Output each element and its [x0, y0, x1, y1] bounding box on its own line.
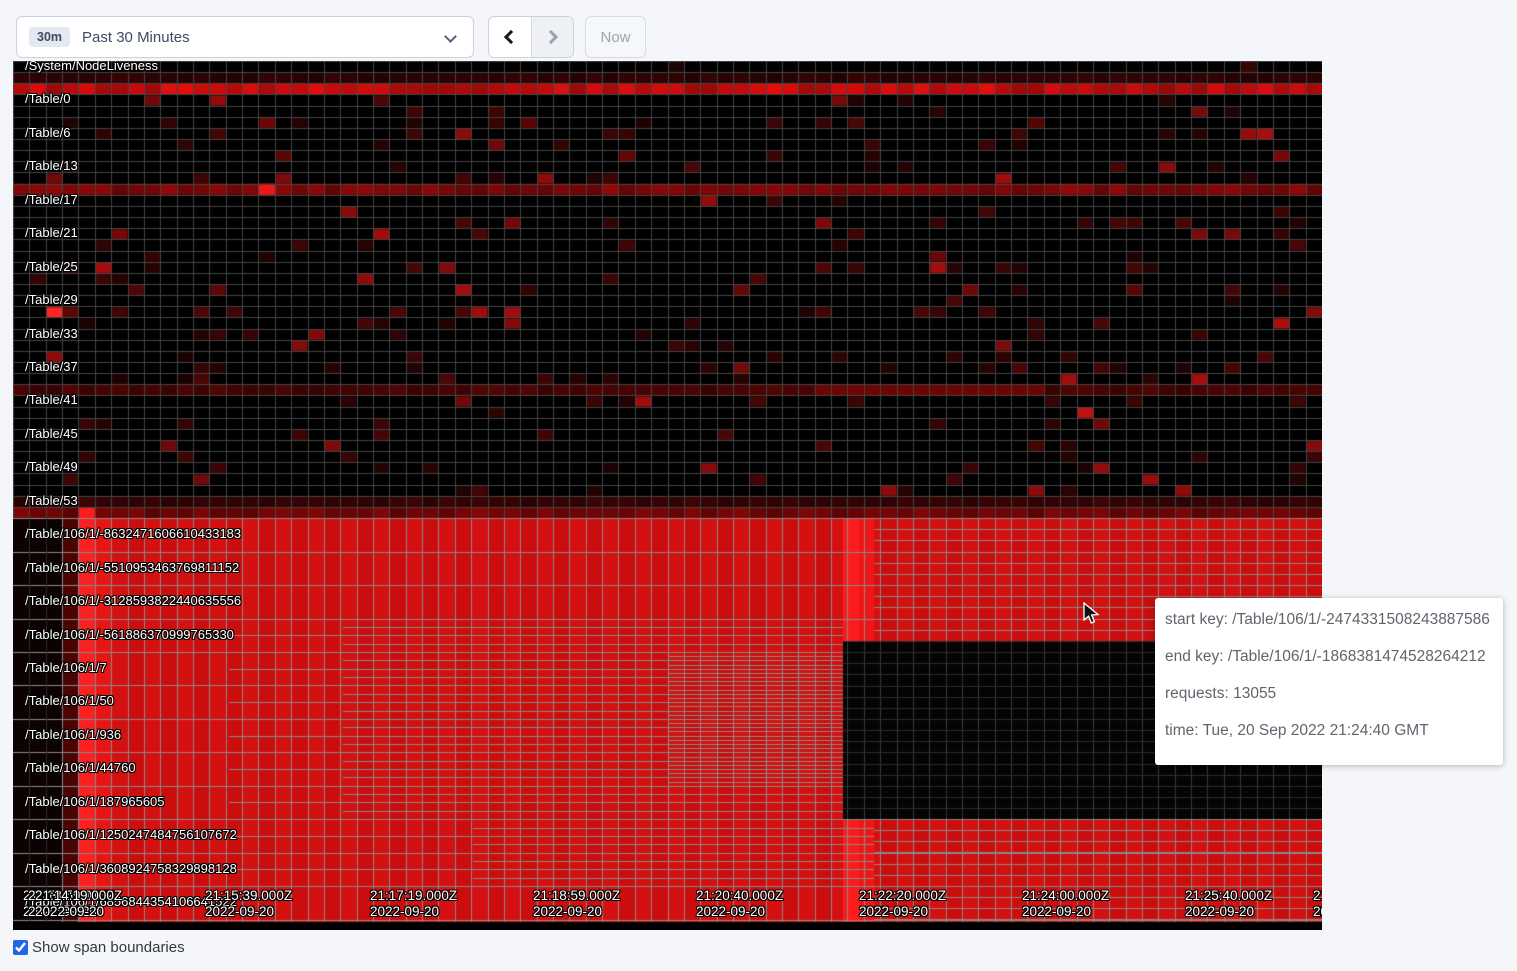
span-tooltip: start key: /Table/106/1/-247433150824388… [1155, 598, 1503, 765]
row-label: /Table/41 [25, 392, 78, 407]
row-label: /Table/106/1/7 [25, 660, 107, 675]
time-nav-group [488, 16, 574, 58]
tooltip-time: time: Tue, 20 Sep 2022 21:24:40 GMT [1165, 723, 1493, 739]
row-label: /Table/106/1/-8632471606610433183 [25, 526, 241, 541]
time-axis-label: 21:17:19.000Z2022-09-20 [370, 888, 457, 920]
time-range-label: Past 30 Minutes [82, 29, 190, 46]
row-label: /Table/0 [25, 91, 71, 106]
row-label: /Table/37 [25, 359, 78, 374]
time-axis-label: 21:24:00.000Z2022-09-20 [1022, 888, 1109, 920]
row-label: /Table/33 [25, 326, 78, 341]
row-label: /Table/6 [25, 125, 71, 140]
mouse-cursor-icon [1082, 602, 1100, 626]
time-range-badge: 30m [29, 27, 70, 47]
row-label: /Table/49 [25, 459, 78, 474]
heatmap-footer: Show span boundaries [13, 939, 185, 956]
row-label: /Table/53 [25, 493, 78, 508]
tooltip-requests: requests: 13055 [1165, 686, 1493, 702]
prev-range-button[interactable] [489, 17, 531, 57]
row-label: /Table/106/1/-3128593822440635556 [25, 593, 241, 608]
key-visualizer-heatmap: /System/NodeLiveness/Table/0/Table/6/Tab… [13, 61, 1322, 930]
time-axis-label: 21:15:39.000Z2022-09-20 [205, 888, 292, 920]
heatmap-canvas[interactable] [13, 61, 1322, 930]
time-range-select[interactable]: 30m Past 30 Minutes [16, 16, 474, 58]
time-axis-label: 21:18:59.000Z2022-09-20 [533, 888, 620, 920]
tooltip-start-key: start key: /Table/106/1/-247433150824388… [1165, 612, 1493, 628]
row-label: /Table/29 [25, 292, 78, 307]
row-label: /Table/106/1/1250247484756107672 [25, 827, 237, 842]
now-button[interactable]: Now [585, 16, 646, 58]
time-axis-label: 21:22:20.000Z2022-09-20 [859, 888, 946, 920]
row-label: /Table/45 [25, 426, 78, 441]
row-label: /Table/17 [25, 192, 78, 207]
row-label: /Table/106/1/187965605 [25, 794, 165, 809]
row-label: /Table/106/1/936 [25, 727, 121, 742]
show-span-boundaries-checkbox[interactable] [13, 940, 28, 955]
row-label: /Table/106/1/-5510953463769811152 [25, 560, 239, 575]
row-label: /Table/106/1/3608924758329898128 [25, 861, 237, 876]
chevron-right-icon [544, 30, 558, 44]
show-span-boundaries-label: Show span boundaries [32, 939, 185, 956]
time-axis-label: 21:14:19.000Z2022-09-20 [35, 888, 122, 920]
row-label: /Table/13 [25, 158, 78, 173]
row-label: /Table/106/1/-561886370999765330 [25, 627, 234, 642]
chevron-down-icon [444, 30, 457, 43]
time-axis-label: 21:25:40.000Z2022-09-20 [1185, 888, 1272, 920]
chevron-left-icon [504, 30, 518, 44]
row-label: /Table/21 [25, 225, 78, 240]
key-visualizer-page: 30m Past 30 Minutes Now /System/NodeLive… [0, 0, 1517, 971]
next-range-button[interactable] [531, 17, 574, 57]
row-label: /Table/106/1/44760 [25, 760, 136, 775]
time-axis-label: 21:27:20.000Z2022-09-20 [1313, 888, 1322, 920]
row-label: /Table/106/1/50 [25, 693, 114, 708]
row-label: /Table/25 [25, 259, 78, 274]
time-axis-label: 21:20:40.000Z2022-09-20 [696, 888, 783, 920]
tooltip-end-key: end key: /Table/106/1/-18683814745282642… [1165, 649, 1493, 665]
row-label: /System/NodeLiveness [25, 61, 158, 73]
